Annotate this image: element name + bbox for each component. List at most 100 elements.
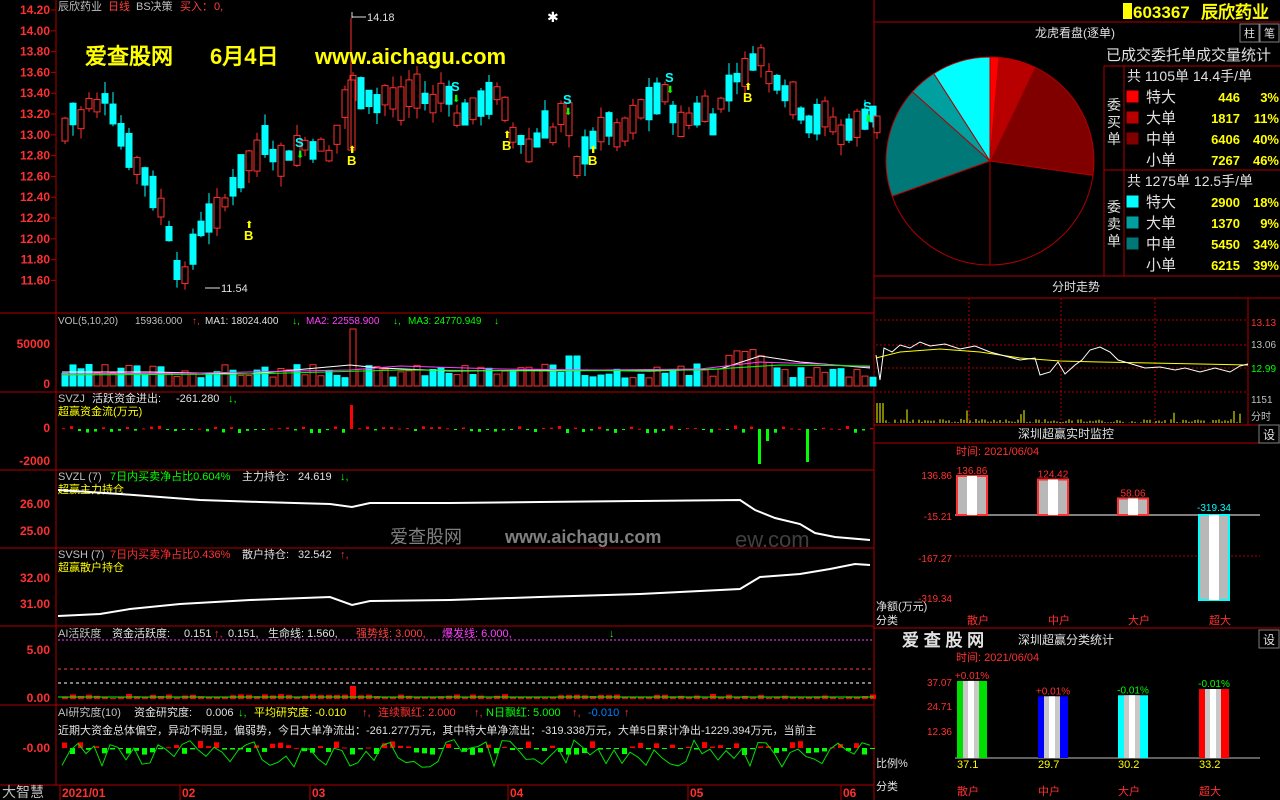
active-bar xyxy=(542,697,548,699)
watermark-date: 6月4日 xyxy=(210,44,278,69)
volume-bar xyxy=(269,376,277,387)
fund-flow-bar xyxy=(278,428,281,430)
fund-flow-bar xyxy=(478,429,481,432)
candle-body xyxy=(69,102,77,126)
candle-body xyxy=(197,220,205,237)
volume-bar xyxy=(741,350,749,387)
svg-text:12.99: 12.99 xyxy=(1251,364,1276,375)
volume-bar xyxy=(669,369,677,387)
fund-flow-bar xyxy=(262,429,265,430)
fund-flow-bar xyxy=(118,429,121,431)
legend-swatch xyxy=(1126,111,1139,124)
fund-flow-bar xyxy=(806,429,809,462)
class-category-label: 大户 xyxy=(1118,784,1140,798)
svg-text:-167.27: -167.27 xyxy=(918,554,952,565)
volume-bar xyxy=(237,375,245,387)
volume-bar xyxy=(69,364,77,387)
svg-text:0.151: 0.151 xyxy=(184,628,212,640)
candle-body xyxy=(93,98,101,113)
volume-bar xyxy=(725,354,733,387)
candle-body xyxy=(341,89,349,118)
candle-body xyxy=(269,148,277,163)
research-bar xyxy=(646,748,651,750)
fund-flow-bar xyxy=(774,429,777,433)
active-bar xyxy=(854,697,860,699)
candle-body xyxy=(853,110,861,139)
research-bar xyxy=(342,747,347,749)
svg-text:ew.com: ew.com xyxy=(735,527,810,552)
ai-research-header: AI研究度(10) 资金研究度: 0.006 ↓, 平均研究度: -0.010 … xyxy=(58,705,630,719)
research-bar xyxy=(678,748,683,749)
fund-flow-bar xyxy=(350,405,353,429)
svg-text:AI研究度(10): AI研究度(10) xyxy=(58,705,121,719)
active-bar xyxy=(110,697,116,699)
order-row-count: 6215 xyxy=(1211,258,1240,273)
fund-flow-bar xyxy=(102,427,105,429)
svg-text:生命线: 1.560,: 生命线: 1.560, xyxy=(268,626,338,640)
class-bar-value: 30.2 xyxy=(1118,759,1139,771)
research-bar xyxy=(246,748,251,753)
svg-text:50000: 50000 xyxy=(17,337,51,351)
active-bar xyxy=(702,697,708,699)
volume-bar xyxy=(605,373,613,387)
fund-flow-bar xyxy=(142,428,145,430)
candle-body xyxy=(133,157,141,175)
svg-text:↓,: ↓, xyxy=(228,393,237,405)
research-bar xyxy=(326,748,331,752)
fund-flow-bar xyxy=(78,429,81,432)
fund-flow-bar xyxy=(638,428,641,430)
volume-bar xyxy=(429,368,437,387)
dragon-panel-title: 龙虎看盘(逐单) xyxy=(1035,25,1115,40)
date-tick: 04 xyxy=(510,786,524,800)
volume-bar xyxy=(501,370,509,387)
tab-tick[interactable]: 笔 xyxy=(1264,26,1275,40)
candle-body xyxy=(765,71,773,85)
research-bar xyxy=(214,742,219,748)
research-bar xyxy=(262,748,267,752)
class-settings-label[interactable]: 设 xyxy=(1263,633,1275,647)
price-tick: 12.00 xyxy=(20,232,50,246)
research-bar xyxy=(814,748,819,753)
fund-flow-bar xyxy=(606,429,609,431)
period-label[interactable]: 日线 xyxy=(108,0,130,13)
volume-bar xyxy=(157,366,165,387)
svg-text:MA1: 18024.400: MA1: 18024.400 xyxy=(205,316,279,327)
fund-flow-bar xyxy=(662,429,665,431)
fund-flow-bar xyxy=(254,429,257,430)
fund-flow-bar xyxy=(198,428,201,430)
research-bar xyxy=(798,741,803,748)
svg-text:7日内买卖净占比0.604%: 7日内买卖净占比0.604% xyxy=(110,469,231,483)
realtime-settings-label[interactable]: 设 xyxy=(1263,428,1275,442)
candle-body xyxy=(797,107,805,121)
star-marker: ✱ xyxy=(547,9,559,25)
order-row-count: 1370 xyxy=(1211,216,1240,231)
candle-body xyxy=(205,203,213,233)
candle-body xyxy=(141,167,149,186)
price-tick: 13.40 xyxy=(20,86,50,100)
fund-flow-bar xyxy=(326,429,329,431)
volume-bar xyxy=(293,364,301,387)
svg-text:↑,: ↑, xyxy=(362,707,371,719)
volume-bar xyxy=(629,377,637,387)
tab-column[interactable]: 柱 xyxy=(1244,26,1255,40)
candle-body xyxy=(61,117,69,142)
svg-text:136.86: 136.86 xyxy=(921,471,952,482)
research-bar xyxy=(542,748,547,751)
class-bar-shine xyxy=(1049,696,1055,758)
research-bar xyxy=(710,746,715,748)
fund-flow-bar xyxy=(598,426,601,429)
class-bar-value: 33.2 xyxy=(1199,759,1220,771)
fund-flow-bar xyxy=(486,429,489,430)
candle-body xyxy=(405,79,413,107)
sell-signal-label: S xyxy=(665,70,674,85)
volume-bar xyxy=(813,367,821,387)
sell-signal-label: S xyxy=(451,79,460,94)
volume-bar xyxy=(861,375,869,387)
volume-bar xyxy=(597,374,605,387)
svg-text:0: 0 xyxy=(43,421,50,435)
fund-flow-bar xyxy=(614,429,617,433)
candle-body xyxy=(725,74,733,102)
candle-body xyxy=(213,196,221,229)
fund-flow-bar xyxy=(430,427,433,429)
candle-body xyxy=(693,102,701,126)
